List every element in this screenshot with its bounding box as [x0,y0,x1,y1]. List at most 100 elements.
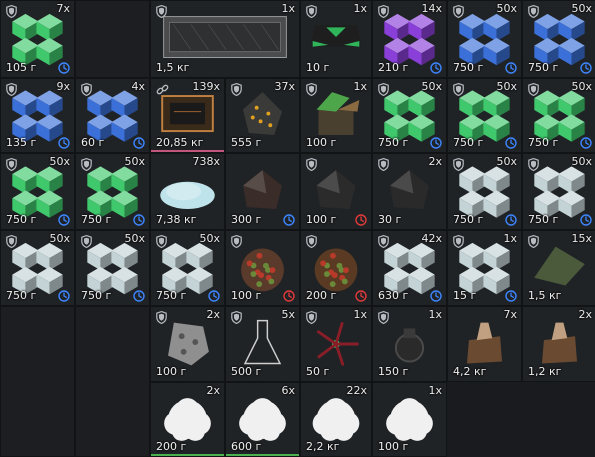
shield-icon [81,235,92,248]
shield-icon [306,5,317,18]
inventory-slot[interactable]: 50x 750 г [522,0,595,78]
shield-icon [378,158,389,171]
inventory-slot[interactable]: 50x 750 г [447,78,522,153]
inventory-slot[interactable]: 6x 600 г [225,382,300,457]
timer-icon [505,137,517,149]
item-count: 50x [49,232,70,245]
inventory-slot[interactable]: 1x 1,5 кг [150,0,300,78]
shield-icon [453,5,464,18]
item-weight: 7,38 кг [156,213,197,226]
timer-icon [283,214,295,226]
item-weight: 630 г [378,289,409,302]
inventory-slot[interactable]: 2x 1,2 кг [522,306,595,382]
inventory-slot[interactable]: 2x 100 г [150,306,225,382]
shield-icon [81,158,92,171]
item-count: 50x [124,155,145,168]
inventory-slot[interactable]: 50x 750 г [75,230,150,306]
item-weight: 300 г [231,213,262,226]
inventory-slot[interactable]: 4x 60 г [75,78,150,153]
inventory-slot[interactable]: 50x 750 г [522,153,595,230]
timer-icon [58,137,70,149]
inventory-slot[interactable]: 50x 750 г [447,0,522,78]
empty-inventory-slot[interactable] [0,306,75,457]
item-weight: 105 г [6,61,37,74]
item-count: 15x [571,232,592,245]
item-weight: 750 г [81,213,112,226]
inventory-slot[interactable]: 50x 750 г [522,78,595,153]
shield-icon [306,311,317,324]
item-count: 738x [192,155,220,168]
timer-icon [58,214,70,226]
inventory-slot[interactable]: 7x 4,2 кг [447,306,522,382]
inventory-slot[interactable]: 50x 750 г [372,78,447,153]
inventory-slot[interactable]: 1x 10 г [300,0,372,78]
inventory-slot[interactable]: 15x 1,5 кг [522,230,595,306]
inventory-slot[interactable]: 9x 135 г [0,78,75,153]
inventory-slot[interactable]: 100 г [300,153,372,230]
inventory-slot[interactable]: 50x 750 г [150,230,225,306]
rarity-bar [151,150,224,152]
shield-icon [156,5,167,18]
inventory-slot[interactable]: 22x 2,2 кг [300,382,372,457]
inventory-slot[interactable]: 50x 750 г [447,153,522,230]
shield-icon [81,83,92,96]
timer-icon [133,137,145,149]
item-weight: 2,2 кг [306,440,340,453]
item-count: 22x [346,384,367,397]
inventory-slot[interactable]: 1x 15 г [447,230,522,306]
timer-icon [133,290,145,302]
item-weight: 100 г [231,289,262,302]
inventory-slot[interactable]: 37x 555 г [225,78,300,153]
inventory-slot[interactable]: 1x 50 г [300,306,372,382]
shield-icon [528,235,539,248]
timer-icon [505,214,517,226]
inventory-slot[interactable]: 50x 750 г [0,230,75,306]
timer-icon [430,137,442,149]
empty-inventory-slot[interactable] [75,0,150,78]
link-icon [156,84,169,95]
item-count: 1x [503,232,517,245]
empty-inventory-slot[interactable] [75,306,150,457]
item-count: 2x [428,155,442,168]
item-weight: 50 г [306,365,330,378]
item-count: 37x [274,80,295,93]
inventory-slot[interactable]: 42x 630 г [372,230,447,306]
inventory-slot[interactable]: 50x 750 г [75,153,150,230]
item-weight: 20,85 кг [156,136,204,149]
item-weight: 60 г [81,136,105,149]
item-count: 4x [131,80,145,93]
inventory-slot[interactable]: 300 г [225,153,300,230]
inventory-slot[interactable]: 1x 100 г [372,382,447,457]
inventory-slot[interactable]: 5x 500 г [225,306,300,382]
item-weight: 100 г [378,440,409,453]
inventory-slot[interactable]: 50x 750 г [0,153,75,230]
shield-icon [528,83,539,96]
inventory-slot[interactable]: 1x 150 г [372,306,447,382]
inventory-slot[interactable]: 139x 20,85 кг [150,78,225,153]
rarity-bar [151,454,224,456]
item-count: 7x [503,308,517,321]
item-weight: 750 г [6,213,37,226]
item-weight: 750 г [156,289,187,302]
inventory-slot[interactable]: 7x 105 г [0,0,75,78]
item-count: 50x [496,155,517,168]
shield-icon [453,158,464,171]
inventory-slot[interactable]: 14x 210 г [372,0,447,78]
item-count: 5x [281,308,295,321]
item-weight: 750 г [378,136,409,149]
inventory-slot[interactable]: 2x 200 г [150,382,225,457]
item-weight: 30 г [378,213,402,226]
rarity-bar [226,454,299,456]
item-weight: 210 г [378,61,409,74]
item-count: 14x [421,2,442,15]
timer-icon [355,290,367,302]
inventory-slot[interactable]: 200 г [300,230,372,306]
inventory-slot[interactable]: 2x 30 г [372,153,447,230]
inventory-slot[interactable]: 738x 7,38 кг [150,153,225,230]
shield-icon [378,235,389,248]
inventory-slot[interactable]: 100 г [225,230,300,306]
inventory-slot[interactable]: 1x 100 г [300,78,372,153]
item-count: 139x [192,80,220,93]
item-count: 2x [578,308,592,321]
timer-icon [505,62,517,74]
